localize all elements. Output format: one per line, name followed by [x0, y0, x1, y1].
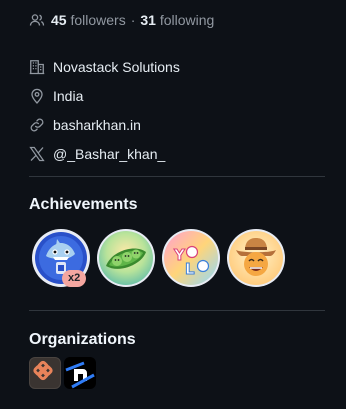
- location-pin-icon: [31, 88, 43, 104]
- company-item: Novastack Solutions: [29, 52, 180, 81]
- people-icon: [29, 14, 45, 26]
- divider: [29, 176, 325, 177]
- followers-label: followers: [70, 12, 126, 28]
- organizations-title: Organizations: [29, 331, 136, 348]
- achievements-title: Achievements: [29, 196, 138, 213]
- building-icon: [29, 59, 45, 74]
- achievements-list: x2 Y L: [31, 228, 291, 288]
- separator: ·: [130, 12, 136, 28]
- profile-details: Novastack Solutions India basharkhan.in …: [29, 52, 180, 168]
- divider: [29, 310, 325, 311]
- follow-stats: 45 followers · 31 following: [29, 12, 214, 28]
- organization-avatar[interactable]: [29, 357, 61, 389]
- achievement-badge[interactable]: x2: [31, 228, 91, 288]
- svg-text:L: L: [185, 260, 195, 278]
- org-logo-orange-icon: [33, 360, 53, 381]
- organizations-list: [29, 357, 99, 389]
- achievement-badge[interactable]: [96, 228, 156, 288]
- x-logo-icon: [29, 146, 45, 161]
- website-link[interactable]: basharkhan.in: [53, 117, 141, 133]
- location-item: India: [29, 81, 180, 110]
- organization-avatar[interactable]: [64, 357, 96, 389]
- peas-badge-icon: [97, 229, 155, 287]
- followers-count: 45: [51, 12, 67, 28]
- social-handle[interactable]: @_Bashar_khan_: [53, 146, 165, 162]
- achievement-badge[interactable]: [226, 228, 286, 288]
- yolo-badge-icon: Y L: [162, 229, 220, 287]
- achievement-badge[interactable]: Y L: [161, 228, 221, 288]
- org-logo-n-icon: [65, 361, 95, 389]
- location-text: India: [53, 87, 84, 104]
- cowboy-badge-icon: [227, 229, 285, 287]
- social-item[interactable]: @_Bashar_khan_: [29, 139, 180, 168]
- followers-link[interactable]: 45 followers: [51, 12, 126, 28]
- badge-multiplier: x2: [62, 270, 87, 287]
- following-link[interactable]: 31 following: [140, 12, 214, 28]
- link-icon: [30, 118, 44, 131]
- following-label: following: [159, 12, 215, 28]
- company-name: Novastack Solutions: [53, 58, 180, 75]
- website-item[interactable]: basharkhan.in: [29, 110, 180, 139]
- following-count: 31: [140, 12, 156, 28]
